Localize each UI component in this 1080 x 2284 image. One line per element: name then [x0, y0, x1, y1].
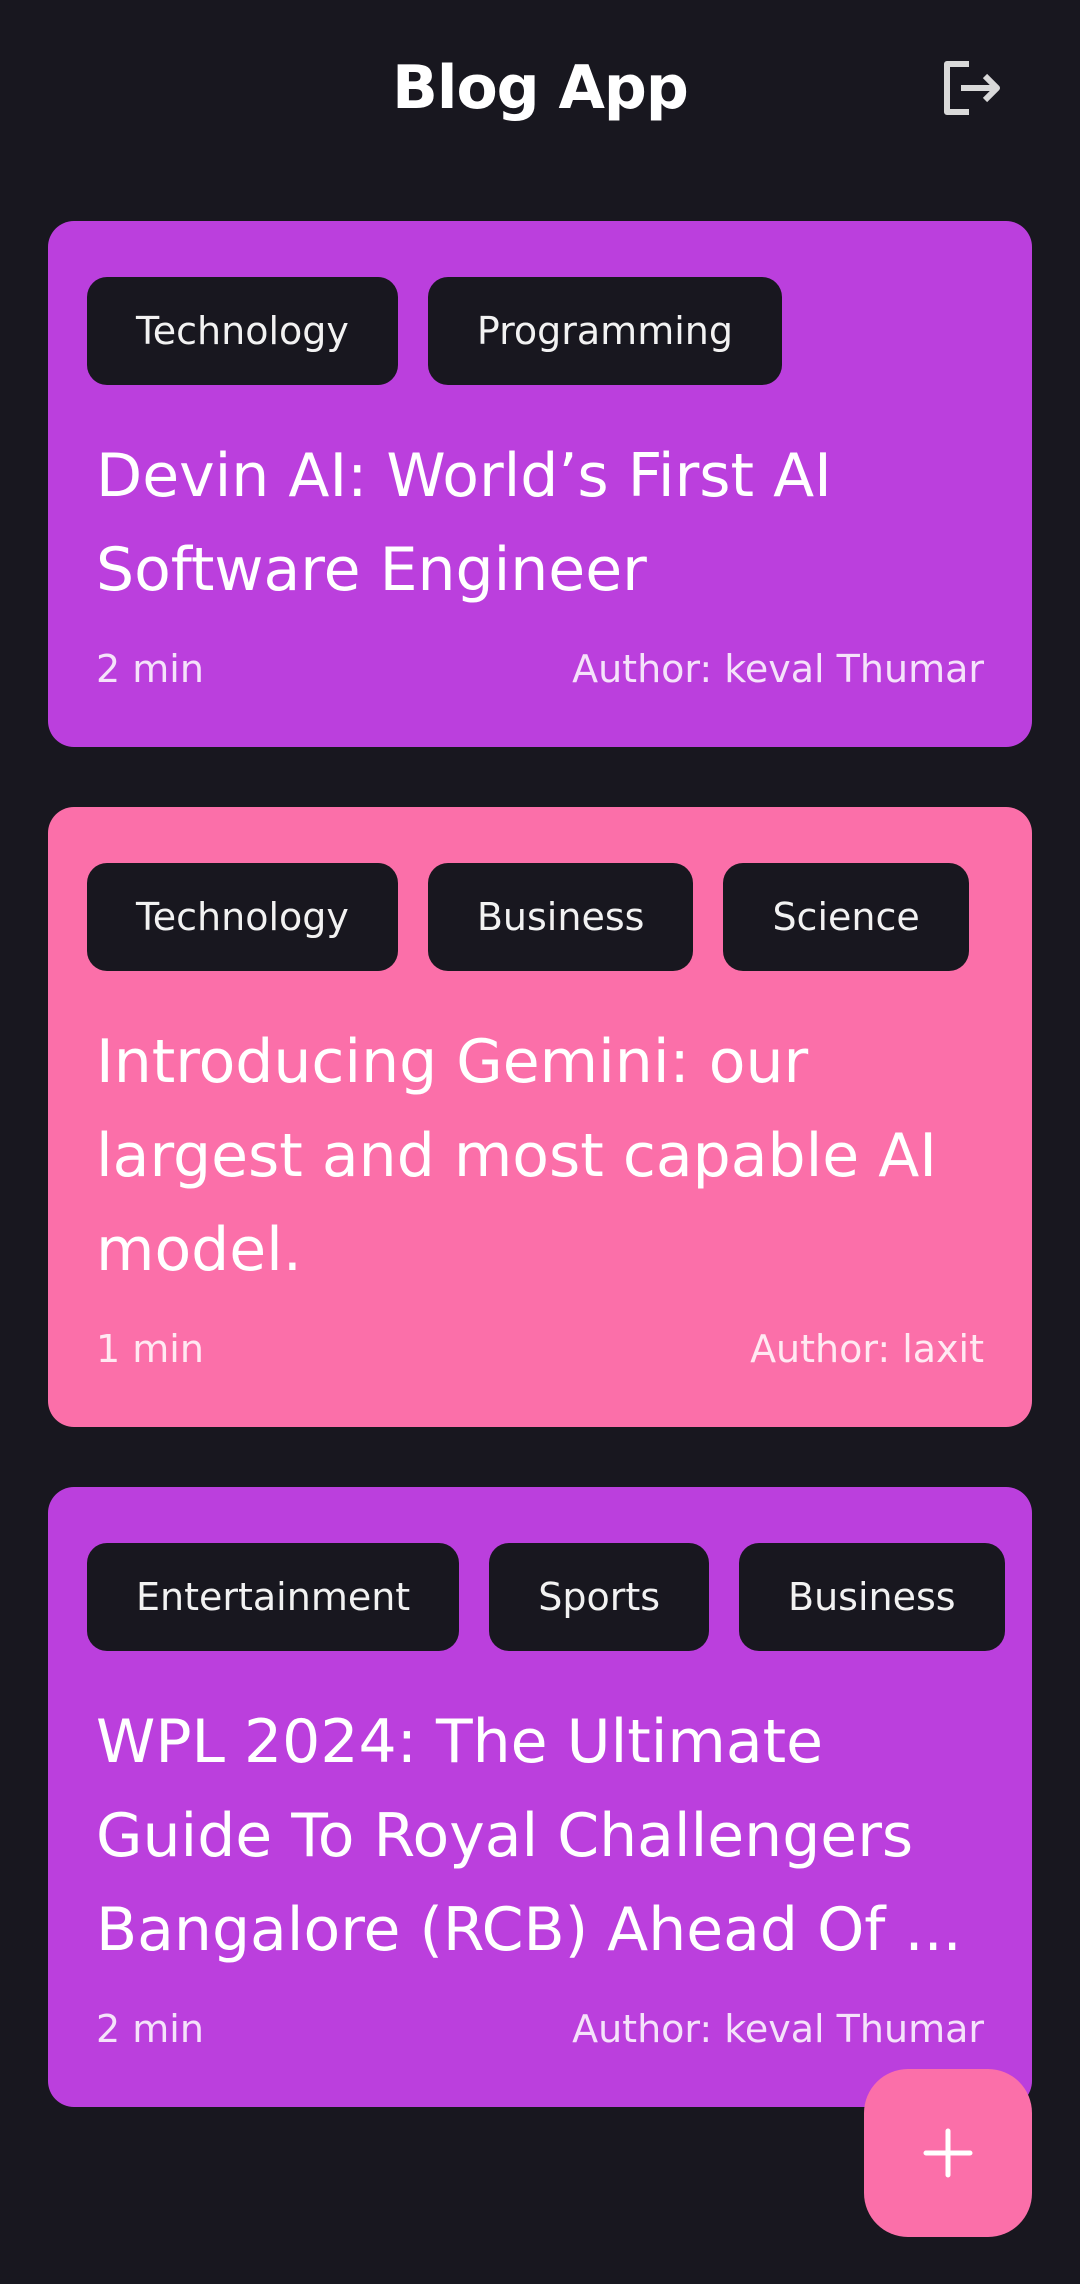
topic-chip: Entertainment [87, 1543, 460, 1651]
blog-card[interactable]: Technology Programming Devin AI: World’s… [48, 221, 1032, 747]
topic-chip: Science [723, 863, 969, 971]
reading-time: 1 min [96, 1327, 204, 1371]
blog-meta: 1 min Author: laxit [87, 1327, 984, 1371]
topic-chips: Technology Programming [87, 277, 984, 385]
blog-list: Technology Programming Devin AI: World’s… [48, 221, 1032, 2167]
reading-time: 2 min [96, 2007, 204, 2051]
topic-chip: Programming [427, 277, 782, 385]
add-blog-button[interactable] [864, 2069, 1032, 2237]
blog-card[interactable]: Entertainment Sports Business WPL 2024: … [48, 1487, 1032, 2107]
blog-app-screen: Blog App Technology Programming Devin AI… [0, 0, 1080, 2284]
blog-card[interactable]: Technology Business Science Introducing … [48, 807, 1032, 1427]
logout-button[interactable] [926, 48, 1016, 128]
topic-chip: Business [427, 863, 694, 971]
topic-chips: Technology Business Science [87, 863, 984, 971]
topic-chip: Technology [87, 863, 398, 971]
topic-chip: Business [739, 1543, 1005, 1651]
author-name: Author: keval Thumar [572, 2007, 984, 2051]
author-name: Author: laxit [750, 1327, 984, 1371]
blog-meta: 2 min Author: keval Thumar [87, 2007, 984, 2051]
reading-time: 2 min [96, 647, 204, 691]
app-bar: Blog App [0, 0, 1080, 175]
author-name: Author: keval Thumar [572, 647, 984, 691]
blog-meta: 2 min Author: keval Thumar [87, 647, 984, 691]
plus-icon [923, 2128, 973, 2178]
page-title: Blog App [392, 53, 689, 123]
topic-chips: Entertainment Sports Business [87, 1543, 1005, 1651]
logout-icon [944, 61, 1000, 115]
blog-title: Introducing Gemini: our largest and most… [96, 1027, 937, 1285]
blog-title: Devin AI: World’s First AI Software Engi… [96, 441, 832, 605]
topic-chip: Sports [489, 1543, 710, 1651]
topic-chip: Technology [87, 277, 398, 385]
blog-title: WPL 2024: The Ultimate Guide To Royal Ch… [96, 1707, 962, 1965]
